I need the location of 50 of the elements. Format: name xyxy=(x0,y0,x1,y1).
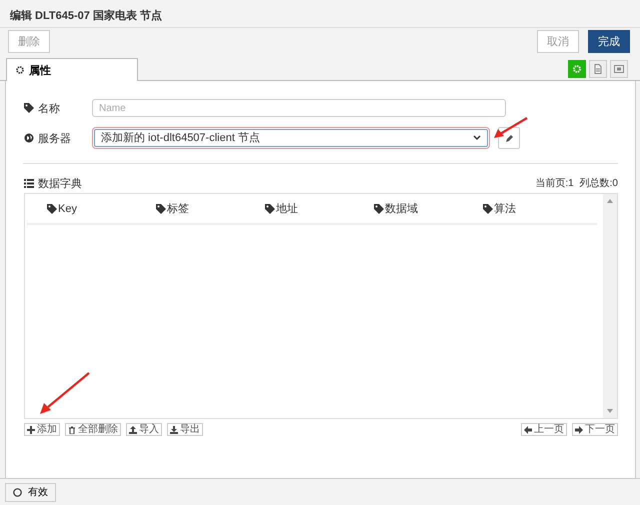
import-button[interactable]: 导入 xyxy=(126,423,162,436)
tag-icon xyxy=(265,204,275,214)
pencil-icon xyxy=(504,134,514,142)
section-title: 数据字典 xyxy=(38,176,82,190)
column-header: 算法 xyxy=(494,202,516,216)
gear-icon xyxy=(15,65,25,75)
down-arrow-icon xyxy=(607,409,613,413)
column-header: 地址 xyxy=(276,202,298,216)
done-button[interactable]: 完成 xyxy=(588,30,630,52)
export-button[interactable]: 导出 xyxy=(167,423,203,436)
delete-all-button[interactable]: 全部删除 xyxy=(65,423,121,436)
column-header: 标签 xyxy=(167,202,189,216)
field-label: 服务器 xyxy=(38,132,71,146)
tag-icon xyxy=(483,204,493,214)
trash-icon xyxy=(68,426,76,434)
tag-icon xyxy=(24,103,34,113)
previous-page-button[interactable]: 上一页 xyxy=(521,423,567,436)
column-header: 数据域 xyxy=(385,202,418,216)
download-icon xyxy=(170,426,178,434)
left-arrow-icon xyxy=(524,426,532,434)
up-arrow-icon xyxy=(607,199,613,203)
annotation-arrow xyxy=(38,372,90,416)
frame-icon xyxy=(614,64,624,74)
window-title: 编辑 DLT645-07 国家电表 节点 xyxy=(0,0,640,28)
name-field[interactable]: Name xyxy=(92,99,506,117)
server-select[interactable]: 添加新的 iot-dlt64507-client 节点 xyxy=(94,129,488,147)
tag-icon xyxy=(374,204,384,214)
gear-icon xyxy=(572,64,582,74)
field-label: 名称 xyxy=(38,102,60,116)
upload-icon xyxy=(129,426,137,434)
column-count: 列总数:0 xyxy=(580,176,618,190)
add-button[interactable]: 添加 xyxy=(24,423,60,436)
list-icon xyxy=(24,178,34,188)
chevron-icon xyxy=(473,135,481,141)
column-header: Key xyxy=(58,202,77,214)
enabled-toggle[interactable]: 有效 xyxy=(5,482,56,502)
tag-icon xyxy=(47,204,57,214)
scrollbar[interactable] xyxy=(603,194,617,418)
document-icon xyxy=(593,64,603,74)
settings-button[interactable] xyxy=(568,60,586,78)
properties-tab[interactable]: 属性 xyxy=(6,58,138,81)
next-page-button[interactable]: 下一页 xyxy=(572,423,618,436)
page-number: 当前页:1 xyxy=(535,176,574,190)
tag-icon xyxy=(156,204,166,214)
layout-button[interactable] xyxy=(610,60,628,78)
plus-icon xyxy=(27,426,35,434)
document-button[interactable] xyxy=(589,60,607,78)
right-arrow-icon xyxy=(575,426,583,434)
circle-icon xyxy=(13,488,22,496)
annotation-arrow xyxy=(492,117,528,141)
